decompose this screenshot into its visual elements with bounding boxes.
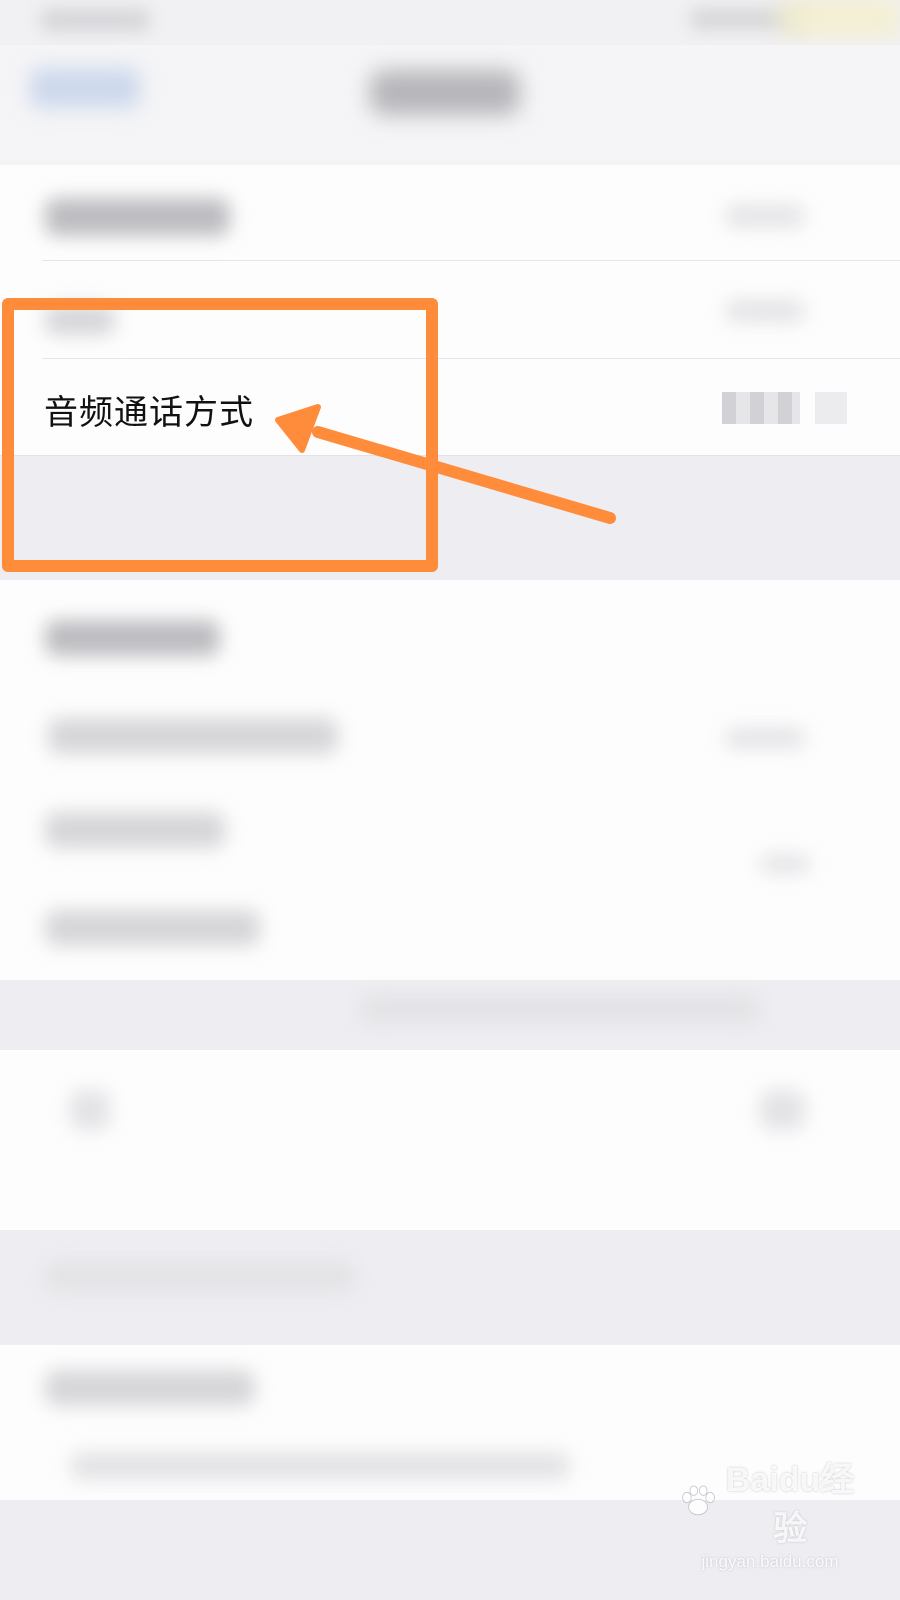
- watermark-logo: Baidu经验: [680, 1452, 860, 1550]
- paw-icon: [682, 1485, 715, 1516]
- watermark: Baidu经验 jingyan.baidu.com: [680, 1452, 860, 1572]
- watermark-brand: Baidu经验: [725, 1461, 855, 1548]
- screen: 音频通话方式 Baidu经验 jingyan.baidu.com: [0, 0, 900, 1600]
- annotation-arrow-icon: [275, 404, 616, 524]
- watermark-url: jingyan.baidu.com: [701, 1552, 839, 1571]
